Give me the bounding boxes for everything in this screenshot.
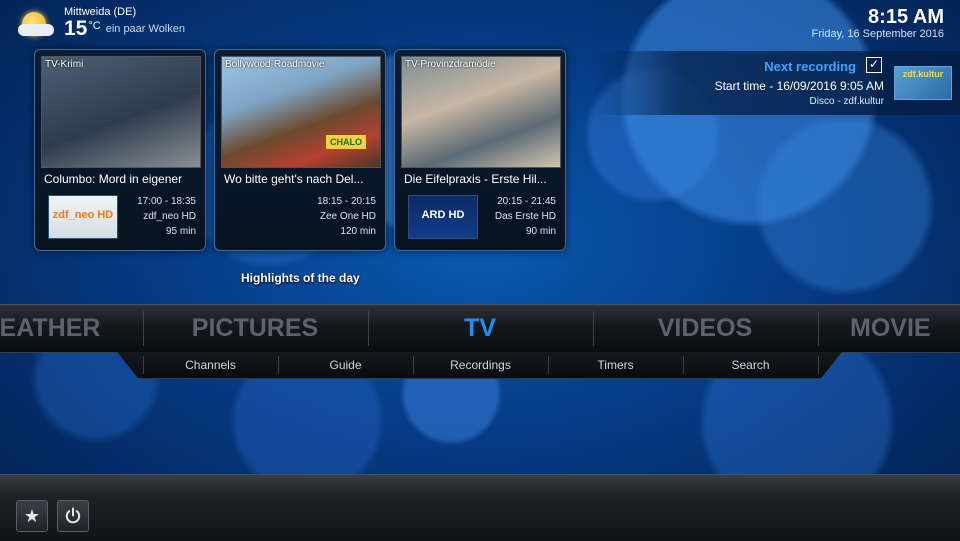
program-duration: 90 min <box>525 226 556 237</box>
channel-logo: zdf_neo HD <box>48 195 118 239</box>
program-thumbnail <box>41 56 201 168</box>
weather-condition: ein paar Wolken <box>105 23 185 35</box>
weather-unit: °C <box>88 20 101 32</box>
submenu-recordings[interactable]: Recordings <box>413 352 548 378</box>
program-title: Die Eifelpraxis - Erste Hil... <box>404 172 547 186</box>
program-time: 18:15 - 20:15 <box>317 196 376 207</box>
clock-date: Friday, 16 September 2016 <box>811 28 944 40</box>
menu-item-movies[interactable]: MOVIE <box>850 305 960 352</box>
program-channel: Das Erste HD <box>494 211 556 222</box>
program-genre: Bollywood-Roadmovie <box>225 59 325 70</box>
next-recording-panel[interactable]: Next recording ✓ Start time - 16/09/2016… <box>590 51 960 115</box>
program-genre: TV-Provinzdramödie <box>405 59 496 70</box>
favourites-button[interactable]: ★ <box>16 500 48 532</box>
next-recording-channel: Disco - zdf.kultur <box>809 96 884 107</box>
next-recording-title: Next recording <box>764 59 856 74</box>
program-channel: Zee One HD <box>319 211 376 222</box>
submenu-timers[interactable]: Timers <box>548 352 683 378</box>
highlight-card[interactable]: TV-Krimi Columbo: Mord in eigener zdf_ne… <box>34 49 206 251</box>
submenu-guide[interactable]: Guide <box>278 352 413 378</box>
main-menu: EATHER PICTURES TV VIDEOS MOVIE <box>0 304 960 353</box>
channel-logo: ARD HD <box>408 195 478 239</box>
power-button[interactable] <box>57 500 89 532</box>
menu-item-weather[interactable]: EATHER <box>0 305 120 352</box>
power-icon <box>65 507 81 524</box>
next-recording-start: Start time - 16/09/2016 9:05 AM <box>714 79 884 93</box>
highlight-card[interactable]: CHALO Bollywood-Roadmovie Wo bitte geht'… <box>214 49 386 251</box>
bottom-bar: ★ <box>0 474 960 541</box>
program-genre: TV-Krimi <box>45 59 84 70</box>
weather-widget: Mittweida (DE) 15 °C ein paar Wolken <box>18 6 185 40</box>
highlights-label: Highlights of the day <box>241 271 360 285</box>
program-channel: zdf_neo HD <box>143 211 196 222</box>
program-time: 20:15 - 21:45 <box>497 196 556 207</box>
menu-item-tv[interactable]: TV <box>370 305 590 352</box>
weather-temperature: 15 <box>64 17 88 40</box>
timer-check-icon: ✓ <box>866 57 882 73</box>
menu-item-videos[interactable]: VIDEOS <box>595 305 815 352</box>
submenu-channels[interactable]: Channels <box>143 352 278 378</box>
program-thumbnail <box>401 56 561 168</box>
clock: 8:15 AM Friday, 16 September 2016 <box>812 6 944 40</box>
star-icon: ★ <box>23 505 41 526</box>
menu-item-pictures[interactable]: PICTURES <box>145 305 365 352</box>
clock-time: 8:15 AM <box>868 6 944 28</box>
program-title: Wo bitte geht's nach Del... <box>224 172 364 186</box>
program-duration: 95 min <box>165 226 196 237</box>
program-duration: 120 min <box>340 226 376 237</box>
program-time: 17:00 - 18:35 <box>137 196 196 207</box>
partly-cloudy-icon <box>18 8 54 38</box>
tv-submenu: Channels Guide Recordings Timers Search <box>117 352 842 379</box>
channel-logo: zdf.kultur <box>894 66 952 100</box>
submenu-search[interactable]: Search <box>683 352 818 378</box>
program-title: Columbo: Mord in eigener <box>44 172 183 186</box>
program-thumbnail: CHALO <box>221 56 381 168</box>
highlight-card[interactable]: TV-Provinzdramödie Die Eifelpraxis - Ers… <box>394 49 566 251</box>
